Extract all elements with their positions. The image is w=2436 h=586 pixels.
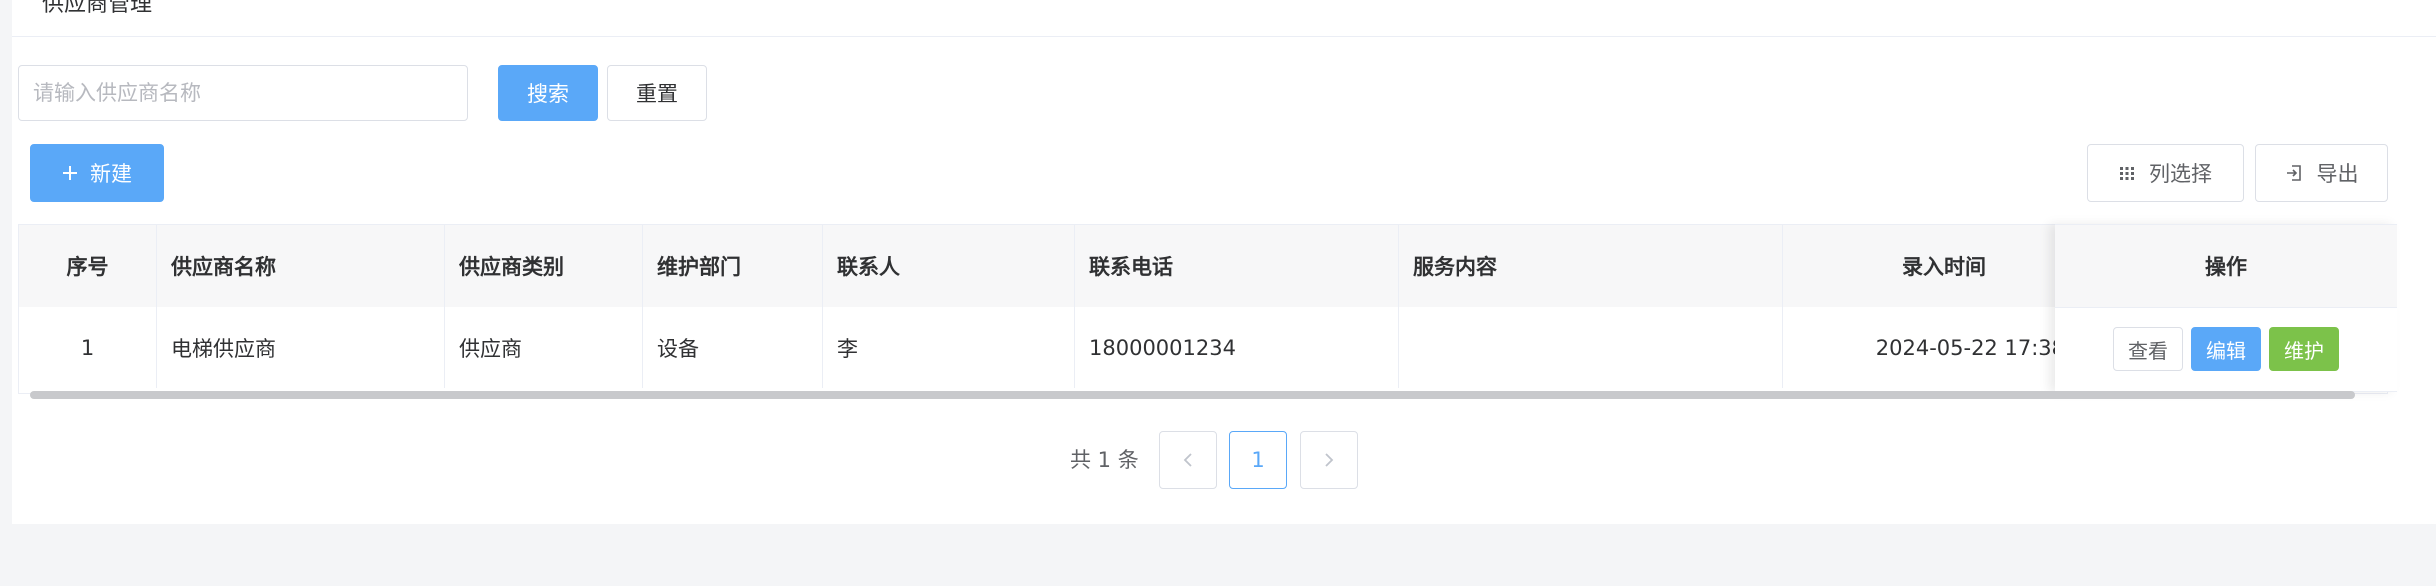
- table-row[interactable]: 1 电梯供应商 供应商 设备 李 18000001234 2024-05-22 …: [19, 307, 2387, 388]
- reset-button[interactable]: 重置: [607, 65, 707, 121]
- export-label: 导出: [2316, 162, 2359, 186]
- operations-header: 操作: [2055, 225, 2397, 308]
- chevron-right-icon: [1323, 452, 1335, 468]
- operations-cell: 查看 编辑 维护: [2055, 307, 2397, 391]
- plus-icon: [62, 165, 78, 181]
- column-header[interactable]: 供应商名称: [157, 225, 445, 307]
- card-header: 供应商管理: [12, 0, 2436, 37]
- department-cell: 设备: [643, 307, 823, 388]
- chevron-left-icon: [1182, 452, 1194, 468]
- reset-button-label: 重置: [636, 82, 678, 106]
- column-select-button[interactable]: 列选择: [2087, 144, 2244, 202]
- supplier-table: 序号 供应商名称 供应商类别 维护部门 联系人 联系电话 服务内容 录入时间 1…: [18, 224, 2388, 394]
- phone-cell: 18000001234: [1075, 307, 1399, 388]
- search-button-label: 搜索: [527, 82, 569, 106]
- column-header[interactable]: 服务内容: [1399, 225, 1783, 307]
- supplier-name-cell: 电梯供应商: [157, 307, 445, 388]
- next-page-button[interactable]: [1300, 431, 1358, 489]
- supplier-category-cell: 供应商: [445, 307, 643, 388]
- column-header[interactable]: 维护部门: [643, 225, 823, 307]
- search-button[interactable]: 搜索: [498, 65, 598, 121]
- row-index: 1: [19, 307, 157, 388]
- new-button-label: 新建: [90, 162, 132, 186]
- pagination-total: 共 1 条: [1070, 448, 1139, 472]
- column-header[interactable]: 供应商类别: [445, 225, 643, 307]
- edit-button[interactable]: 编辑: [2191, 327, 2261, 371]
- supplier-name-search-input[interactable]: [18, 65, 468, 121]
- view-button[interactable]: 查看: [2113, 327, 2183, 371]
- page-title: 供应商管理: [42, 0, 153, 17]
- prev-page-button[interactable]: [1159, 431, 1217, 489]
- contact-cell: 李: [823, 307, 1075, 388]
- column-header[interactable]: 序号: [19, 225, 157, 307]
- operations-column: 操作 查看 编辑 维护: [2055, 224, 2397, 392]
- new-button[interactable]: 新建: [30, 144, 164, 202]
- table-header: 序号 供应商名称 供应商类别 维护部门 联系人 联系电话 服务内容 录入时间: [19, 225, 2387, 308]
- export-icon: [2285, 164, 2303, 182]
- grid-dots-icon: [2119, 165, 2135, 181]
- column-select-label: 列选择: [2149, 162, 2212, 186]
- horizontal-scrollbar[interactable]: [30, 391, 2355, 399]
- column-header[interactable]: 联系人: [823, 225, 1075, 307]
- column-header[interactable]: 联系电话: [1075, 225, 1399, 307]
- maintain-button[interactable]: 维护: [2269, 327, 2339, 371]
- export-button[interactable]: 导出: [2255, 144, 2388, 202]
- service-cell: [1399, 307, 1783, 388]
- page-number-button[interactable]: 1: [1229, 431, 1287, 489]
